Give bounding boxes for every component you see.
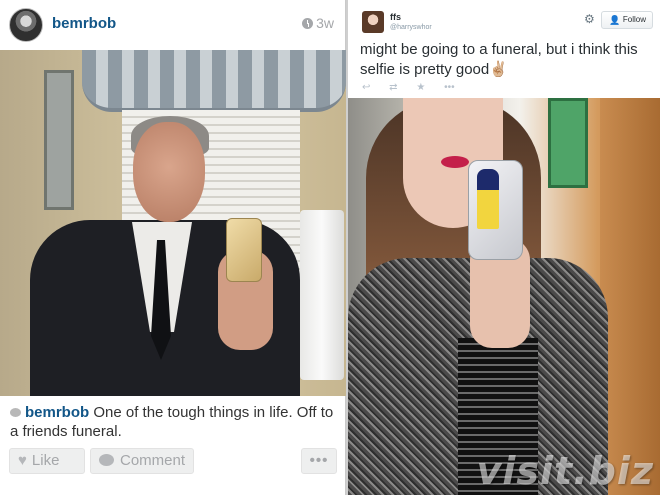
tweet-handle[interactable]: @harryswhor [390,24,432,31]
clock-icon [302,18,314,29]
more-options-button[interactable]: ••• [301,448,337,474]
like-label: Like [31,452,60,469]
add-user-icon: 👤 [609,15,621,25]
photo-green-sign [548,98,588,188]
timestamp: 3w [302,15,334,31]
comment-icon [99,454,114,466]
instagram-post: bemrbob 3w bemrbob One of the tough thin… [0,0,346,495]
tweet-display-name[interactable]: ffs [390,12,401,22]
photo-lips [441,156,469,168]
post-caption: bemrbob One of the tough things in life.… [10,403,340,441]
photo-door [600,98,660,495]
more-icon[interactable]: ••• [444,82,455,93]
like-button[interactable]: ♥ Like [9,448,85,474]
tweet-card: ffs @harryswhor ⚙ 👤 Follow might be going… [348,0,660,495]
photo-towel [300,210,344,380]
gear-icon[interactable]: ⚙ [584,12,595,26]
tweet-text: might be going to a funeral, but i think… [360,41,638,78]
heart-icon: ♥ [18,452,27,469]
follow-label: Follow [622,15,646,24]
comment-button[interactable]: Comment [90,448,194,474]
caption-username-link[interactable]: bemrbob [25,404,89,421]
follow-button[interactable]: 👤 Follow [601,11,653,29]
tweet-avatar[interactable] [362,11,384,33]
photo-head [133,122,205,222]
comment-label: Comment [120,452,186,469]
comment-bubble-icon [10,408,21,417]
tweet-actions: ↩ ⇄ ★ ••• [362,82,471,93]
username-link[interactable]: bemrbob [52,15,116,32]
reply-icon[interactable]: ↩ [362,82,370,93]
avatar[interactable] [9,8,43,42]
photo-valance [82,50,346,112]
time-ago: 3w [316,15,334,31]
post-photo[interactable] [0,50,346,396]
retweet-icon[interactable]: ⇄ [389,82,397,93]
post-actions: ♥ Like Comment ••• [0,448,346,478]
photo-wall-frame [44,70,74,210]
post-header: bemrbob 3w [0,0,346,50]
photo-phone [468,160,523,260]
photo-phone [226,218,262,282]
watermark: visit.biz [476,449,654,493]
favorite-icon[interactable]: ★ [416,82,425,93]
tweet-photo[interactable] [348,98,660,495]
